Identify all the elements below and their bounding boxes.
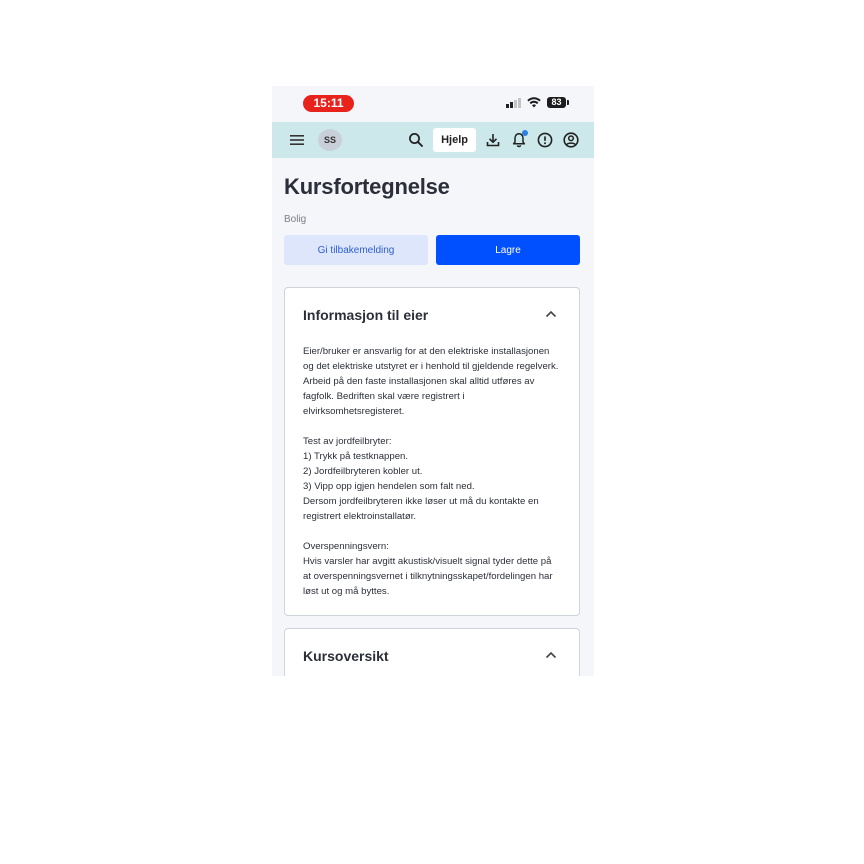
status-icons: 83 [506, 97, 569, 108]
signal-icon [506, 97, 521, 108]
download-icon[interactable] [484, 131, 502, 149]
app-bar: SS Hjelp [272, 122, 594, 158]
info-paragraph-surge: Overspenningsvern: Hvis varsler har avgi… [303, 541, 553, 597]
info-paragraph-owner: Eier/bruker er ansvarlig for at den elek… [303, 346, 559, 417]
help-button[interactable]: Hjelp [433, 128, 476, 152]
chevron-up-icon[interactable] [545, 310, 557, 318]
action-buttons: Gi tilbakemelding Lagre [284, 235, 580, 265]
overview-card-title: Kursoversikt [303, 648, 389, 664]
notification-badge [522, 130, 528, 136]
main-content: Kursfortegnelse Bolig Gi tilbakemelding … [284, 158, 580, 676]
status-bar: 15:11 83 [272, 86, 594, 122]
save-button[interactable]: Lagre [436, 235, 580, 265]
alert-icon[interactable] [536, 131, 554, 149]
notifications[interactable] [510, 130, 528, 149]
search-icon[interactable] [407, 131, 425, 149]
info-card: Informasjon til eier Eier/bruker er ansv… [284, 287, 580, 616]
chevron-up-icon[interactable] [545, 651, 557, 659]
wifi-icon [527, 97, 541, 108]
avatar[interactable]: SS [318, 129, 342, 151]
account-icon[interactable] [562, 131, 580, 149]
overview-card: Kursoversikt [284, 628, 580, 676]
info-card-title: Informasjon til eier [303, 307, 429, 323]
status-time: 15:11 [303, 95, 354, 112]
info-card-body: Eier/bruker er ansvarlig for at den elek… [285, 344, 579, 615]
info-paragraph-rcd-test: Test av jordfeilbryter: 1) Trykk på test… [303, 436, 539, 522]
menu-icon[interactable] [290, 134, 304, 146]
page-subtitle: Bolig [284, 214, 307, 225]
info-card-header[interactable]: Informasjon til eier [285, 288, 579, 344]
phone-screen: 15:11 83 SS Hjelp Kursfortegnelse Bolig … [272, 86, 594, 676]
battery-icon: 83 [547, 97, 569, 108]
feedback-button[interactable]: Gi tilbakemelding [284, 235, 428, 265]
page-title: Kursfortegnelse [284, 174, 450, 199]
app-bar-actions: Hjelp [407, 128, 580, 152]
